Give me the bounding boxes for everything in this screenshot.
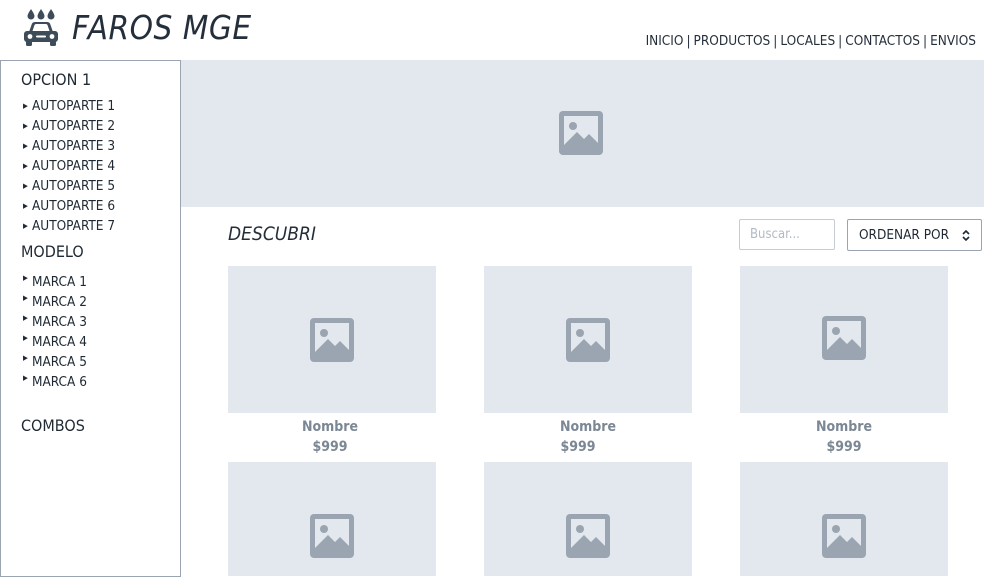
sort-select[interactable]: ORDENAR POR bbox=[847, 219, 982, 251]
nav-productos[interactable]: PRODUCTOS bbox=[694, 33, 771, 49]
sidebar-item-label: AUTOPARTE 6 bbox=[32, 198, 116, 214]
image-placeholder-icon bbox=[822, 316, 866, 360]
image-placeholder-icon bbox=[310, 318, 354, 362]
caret-right-icon: ▶ bbox=[23, 222, 28, 230]
sidebar-item-label: MARCA 2 bbox=[32, 294, 87, 310]
image-placeholder-icon bbox=[310, 514, 354, 558]
sidebar-item-label: AUTOPARTE 4 bbox=[32, 158, 116, 174]
car-wash-icon bbox=[24, 9, 58, 46]
sidebar-heading-opcion[interactable]: OPCION 1 bbox=[21, 70, 91, 89]
nav-contactos[interactable]: CONTACTOS bbox=[845, 33, 920, 49]
product-name[interactable]: Nombre bbox=[226, 419, 434, 435]
nav-envios[interactable]: ENVIOS bbox=[930, 33, 976, 49]
sidebar-item-autoparte-1[interactable]: ▶ AUTOPARTE 1 bbox=[23, 97, 115, 115]
image-placeholder-icon bbox=[566, 514, 610, 558]
image-placeholder-icon bbox=[822, 514, 866, 558]
product-image[interactable] bbox=[740, 462, 948, 576]
sidebar: OPCION 1 ▶ AUTOPARTE 1 ▶ AUTOPARTE 2 ▶ AUTO… bbox=[0, 60, 181, 577]
caret-right-icon: ▶ bbox=[23, 354, 28, 362]
sidebar-item-marca-6[interactable]: ▶ MARCA 6 bbox=[23, 373, 87, 391]
product-image[interactable] bbox=[228, 266, 436, 413]
product-image[interactable] bbox=[228, 462, 436, 576]
caret-right-icon: ▶ bbox=[23, 334, 28, 342]
image-placeholder-icon bbox=[566, 318, 610, 362]
brand-name: FAROS MGE bbox=[72, 8, 252, 47]
product-image[interactable] bbox=[484, 462, 692, 576]
caret-right-icon: ▶ bbox=[23, 374, 28, 382]
nav-separator: | bbox=[773, 33, 778, 49]
caret-right-icon: ▶ bbox=[23, 274, 28, 282]
nav-separator: | bbox=[686, 33, 691, 49]
caret-right-icon: ▶ bbox=[23, 294, 28, 302]
nav-separator: | bbox=[922, 33, 928, 49]
product-price: $999 bbox=[826, 439, 862, 455]
nav-locales[interactable]: LOCALES bbox=[780, 33, 835, 49]
sidebar-item-label: MARCA 5 bbox=[32, 354, 87, 370]
caret-right-icon: ▶ bbox=[23, 162, 28, 170]
sidebar-item-label: AUTOPARTE 1 bbox=[32, 98, 116, 114]
product-name[interactable]: Nombre bbox=[484, 419, 692, 435]
sidebar-item-label: AUTOPARTE 5 bbox=[32, 178, 116, 194]
nav-inicio[interactable]: INICIO bbox=[646, 33, 684, 49]
sidebar-item-autoparte-7[interactable]: ▶ AUTOPARTE 7 bbox=[23, 217, 115, 235]
sidebar-heading-combos[interactable]: COMBOS bbox=[21, 416, 85, 435]
up-down-chevron-icon bbox=[962, 229, 970, 242]
sidebar-item-label: MARCA 1 bbox=[32, 274, 87, 290]
product-image[interactable] bbox=[740, 266, 948, 413]
sidebar-item-label: AUTOPARTE 2 bbox=[32, 118, 116, 134]
caret-right-icon: ▶ bbox=[23, 102, 28, 110]
section-title: DESCUBRI bbox=[228, 223, 316, 245]
caret-right-icon: ▶ bbox=[23, 142, 28, 150]
sidebar-item-label: MARCA 6 bbox=[32, 374, 87, 390]
caret-right-icon: ▶ bbox=[23, 182, 28, 190]
product-price: $999 bbox=[312, 439, 348, 455]
sidebar-item-autoparte-5[interactable]: ▶ AUTOPARTE 5 bbox=[23, 177, 115, 195]
caret-right-icon: ▶ bbox=[23, 314, 28, 322]
sidebar-item-autoparte-2[interactable]: ▶ AUTOPARTE 2 bbox=[23, 117, 115, 135]
sidebar-item-label: AUTOPARTE 7 bbox=[32, 218, 116, 234]
product-image[interactable] bbox=[484, 266, 692, 413]
sort-select-label: ORDENAR POR bbox=[859, 227, 950, 243]
sidebar-item-autoparte-4[interactable]: ▶ AUTOPARTE 4 bbox=[23, 157, 115, 175]
sidebar-item-label: AUTOPARTE 3 bbox=[32, 138, 116, 154]
search-input[interactable] bbox=[739, 219, 835, 250]
sidebar-item-autoparte-6[interactable]: ▶ AUTOPARTE 6 bbox=[23, 197, 115, 215]
sidebar-item-marca-2[interactable]: ▶ MARCA 2 bbox=[23, 293, 87, 311]
sidebar-heading-modelo[interactable]: MODELO bbox=[21, 242, 84, 261]
hero-banner bbox=[181, 60, 984, 207]
sidebar-item-marca-4[interactable]: ▶ MARCA 4 bbox=[23, 333, 87, 351]
sidebar-item-label: MARCA 3 bbox=[32, 314, 87, 330]
sidebar-item-marca-1[interactable]: ▶ MARCA 1 bbox=[23, 273, 87, 291]
nav-separator: | bbox=[838, 33, 843, 49]
brand-logo[interactable]: FAROS MGE bbox=[20, 6, 252, 50]
top-nav: INICIO | PRODUCTOS | LOCALES | CONTACTOS | ENVIO… bbox=[646, 33, 976, 49]
caret-right-icon: ▶ bbox=[23, 202, 28, 210]
sidebar-item-marca-5[interactable]: ▶ MARCA 5 bbox=[23, 353, 87, 371]
sidebar-item-label: MARCA 4 bbox=[32, 334, 87, 350]
sidebar-item-marca-3[interactable]: ▶ MARCA 3 bbox=[23, 313, 87, 331]
product-price: $999 bbox=[560, 439, 596, 455]
image-placeholder-icon bbox=[559, 111, 603, 155]
sidebar-item-autoparte-3[interactable]: ▶ AUTOPARTE 3 bbox=[23, 137, 115, 155]
product-name[interactable]: Nombre bbox=[740, 419, 948, 435]
caret-right-icon: ▶ bbox=[23, 122, 28, 130]
